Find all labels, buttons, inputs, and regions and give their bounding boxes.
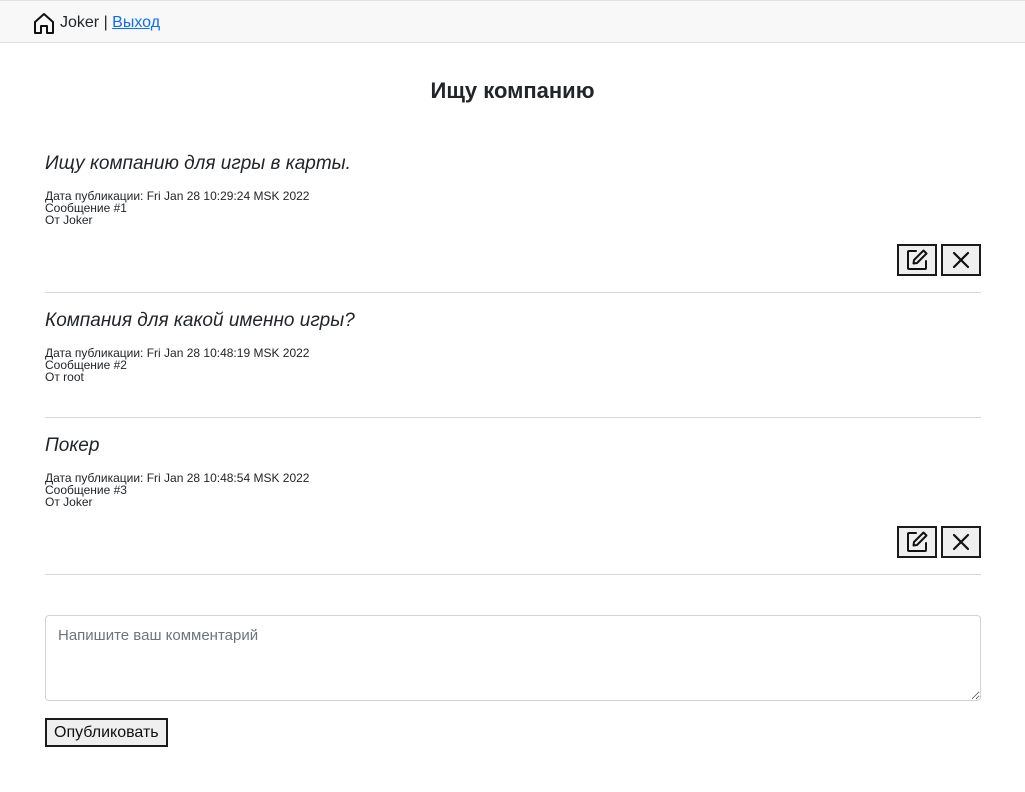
post-item: Компания для какой именно игры? Дата пуб…	[45, 309, 981, 418]
comment-textarea[interactable]	[45, 615, 981, 701]
post-actions	[897, 244, 981, 276]
post-actions	[897, 526, 981, 558]
post-text: Компания для какой именно игры?	[45, 310, 355, 331]
post-meta: Дата публикации: Fri Jan 28 10:48:54 MSK…	[45, 472, 309, 508]
close-icon	[952, 533, 970, 551]
post-author: От Joker	[45, 495, 93, 509]
post-meta: Дата публикации: Fri Jan 28 10:29:24 MSK…	[45, 190, 309, 226]
edit-icon	[907, 249, 928, 270]
post-text: Ищу компанию для игры в карты.	[45, 153, 351, 174]
post-item: Покер Дата публикации: Fri Jan 28 10:48:…	[45, 434, 981, 575]
post-text: Покер	[45, 435, 100, 456]
logout-link[interactable]: Выход	[112, 14, 160, 31]
edit-icon	[907, 531, 928, 552]
delete-button[interactable]	[941, 526, 981, 558]
post-meta: Дата публикации: Fri Jan 28 10:48:19 MSK…	[45, 347, 309, 383]
home-icon[interactable]	[33, 12, 55, 34]
username: Joker	[60, 14, 100, 31]
post-item: Ищу компанию для игры в карты. Дата публ…	[45, 152, 981, 293]
top-navbar: Joker | Выход	[0, 0, 1025, 43]
post-message-number: Сообщение #2	[45, 358, 127, 372]
post-author: От Joker	[45, 213, 93, 227]
edit-button[interactable]	[897, 244, 937, 276]
close-icon	[952, 251, 970, 269]
post-author: От root	[45, 370, 84, 384]
user-line: Joker | Выход	[60, 13, 160, 33]
publish-button[interactable]: Опубликовать	[45, 718, 168, 747]
delete-button[interactable]	[941, 244, 981, 276]
edit-button[interactable]	[897, 526, 937, 558]
page-title: Ищу компанию	[430, 78, 595, 103]
separator: |	[99, 14, 113, 31]
